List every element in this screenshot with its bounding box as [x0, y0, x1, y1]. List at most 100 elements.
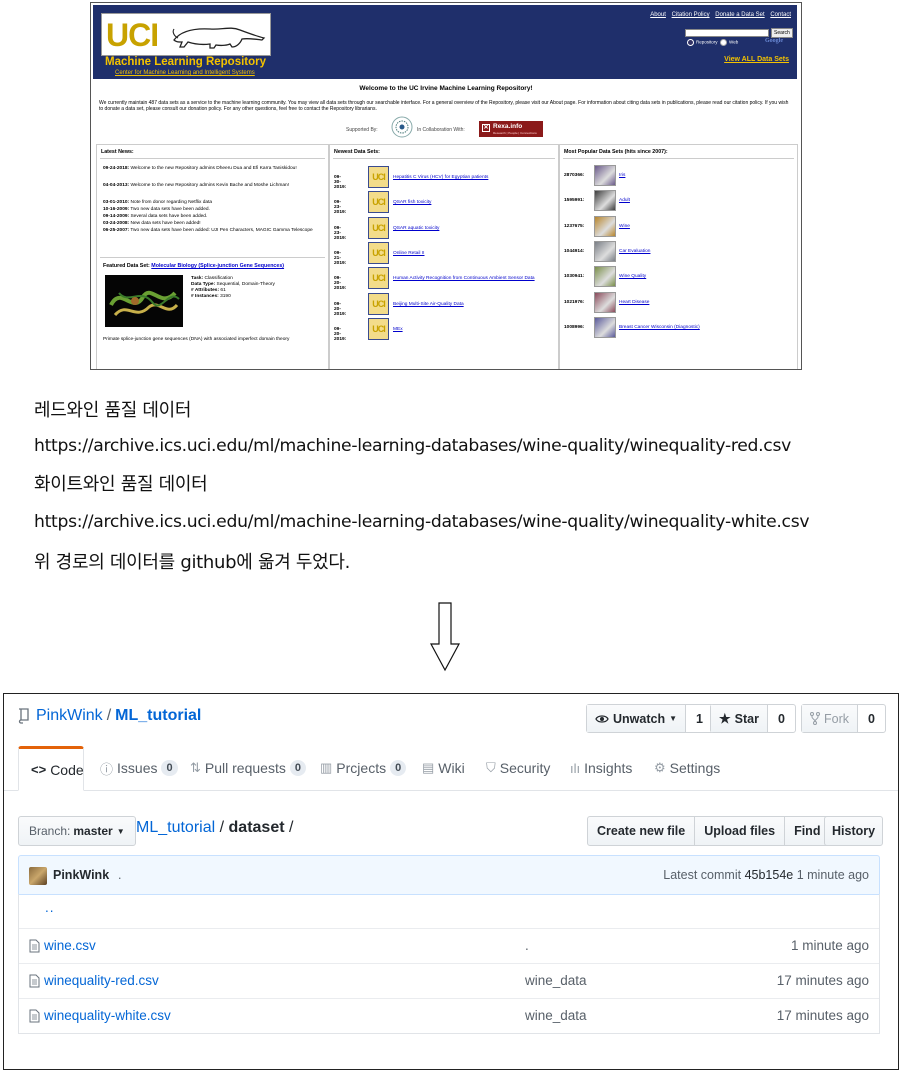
star-button[interactable]: ★ Star: [711, 705, 768, 732]
star-label: Star: [734, 711, 759, 726]
nsf-seal-icon: [391, 116, 413, 138]
breadcrumb-root-link[interactable]: ML_tutorial: [136, 819, 215, 836]
white-wine-url[interactable]: https://archive.ics.uci.edu/ml/machine-l…: [34, 512, 810, 532]
tab-security-label: Security: [499, 760, 551, 776]
latest-news-panel: Latest News: 09-24-2018: Welcome to the …: [96, 144, 329, 369]
tab-settings[interactable]: ⚙ Settings: [654, 746, 720, 790]
dataset-link[interactable]: QSAR fish toxicity: [393, 200, 558, 206]
tab-projects[interactable]: ▥ Prcjects 0: [320, 746, 407, 790]
uci-site-subtitle[interactable]: Center for Machine Learning and Intellig…: [115, 70, 255, 76]
tab-security[interactable]: ⛉ Security: [486, 746, 550, 790]
commit-age: 1 minute ago: [796, 868, 869, 882]
featured-dataset-link[interactable]: Molecular Biology (Splice-junction Gene …: [151, 263, 284, 269]
dataset-link[interactable]: Human Activity Recognition from Continuo…: [393, 276, 558, 282]
dataset-date: 09-20-2019:: [334, 276, 347, 292]
breadcrumb-separator: /: [219, 819, 225, 836]
news-item[interactable]: 03-01-2010: Note from donor regarding Ne…: [103, 200, 321, 206]
fork-button[interactable]: Fork: [802, 705, 858, 732]
rexa-tagline: Research | People | Connections: [493, 131, 537, 135]
contact-link[interactable]: Contact: [770, 12, 791, 18]
watch-count[interactable]: 1: [686, 705, 713, 732]
create-new-file-button[interactable]: Create new file: [588, 817, 696, 845]
dataset-thumbnail[interactable]: [594, 316, 616, 338]
tab-projects-label: Prcjects: [336, 760, 387, 776]
tab-insights[interactable]: ılı Insights: [570, 746, 632, 790]
history-button[interactable]: History: [824, 816, 884, 846]
parent-directory-row[interactable]: ..: [19, 894, 879, 928]
caret-down-icon: ▼: [669, 714, 678, 723]
anteater-icon: [172, 27, 266, 49]
file-commit-message[interactable]: .: [525, 938, 529, 953]
upload-files-button[interactable]: Upload files: [695, 817, 786, 845]
popular-datasets-heading: Most Popular Data Sets (hits since 2007)…: [564, 149, 668, 155]
github-repo-screenshot: PinkWink / ML_tutorial Unwatch ▼ 1 ★ Star …: [3, 693, 899, 1070]
tab-code[interactable]: <> Code: [18, 746, 84, 791]
uci-dataset-icon: UCI: [368, 241, 389, 264]
unwatch-label: Unwatch: [613, 711, 666, 726]
dataset-thumbnail[interactable]: [594, 190, 616, 212]
view-all-datasets-link[interactable]: View ALL Data Sets: [724, 56, 789, 63]
tab-issues[interactable]: ⓘ Issues 0: [100, 746, 178, 790]
uci-logo[interactable]: UCI: [101, 13, 271, 56]
file-commit-message[interactable]: wine_data: [525, 1008, 587, 1023]
commit-sha[interactable]: 45b154e: [745, 868, 794, 882]
web-radio[interactable]: [720, 39, 728, 46]
dataset-link[interactable]: MEx: [393, 327, 558, 333]
parent-directory-link[interactable]: ..: [45, 900, 55, 915]
repo-owner-link[interactable]: PinkWink: [36, 707, 103, 724]
dataset-link[interactable]: Car Evaluation: [619, 249, 650, 254]
branch-selector[interactable]: Branch: master ▼: [18, 816, 136, 846]
project-icon: ▥: [320, 760, 333, 775]
news-item: 09-14-2009: Several data sets have been …: [103, 214, 208, 219]
about-link[interactable]: About: [650, 12, 666, 18]
repo-name-link[interactable]: ML_tutorial: [115, 707, 201, 724]
dataset-thumbnail[interactable]: [594, 240, 616, 262]
red-wine-url[interactable]: https://archive.ics.uci.edu/ml/machine-l…: [34, 436, 791, 456]
dataset-thumbnail[interactable]: [594, 291, 616, 313]
dataset-link[interactable]: Wine: [619, 224, 630, 229]
dataset-thumbnail[interactable]: [594, 266, 616, 288]
commit-message[interactable]: .: [118, 868, 121, 882]
issue-icon: ⓘ: [100, 761, 114, 777]
uci-intro-text: We currently maintain 487 data sets as a…: [99, 100, 789, 113]
citation-policy-link[interactable]: Citation Policy: [672, 12, 710, 18]
dataset-thumbnail[interactable]: [594, 215, 616, 237]
dataset-link[interactable]: Heart Disease: [619, 300, 649, 305]
file-age: 17 minutes ago: [776, 973, 869, 988]
uci-top-links: About Citation Policy Donate a Data Set …: [646, 12, 791, 18]
file-commit-message[interactable]: wine_data: [525, 973, 587, 988]
dataset-date: 09-20-2019:: [334, 326, 347, 342]
fork-count[interactable]: 0: [858, 705, 885, 732]
tab-wiki[interactable]: ▤ Wiki: [422, 746, 465, 790]
dataset-link[interactable]: QSAR aquatic toxicity: [393, 226, 558, 232]
file-icon: [29, 974, 40, 988]
newest-datasets-heading: Newest Data Sets:: [334, 149, 380, 155]
repository-radio[interactable]: [687, 39, 694, 46]
star-count[interactable]: 0: [768, 705, 795, 732]
dataset-date: 09-23-2019:: [334, 200, 347, 216]
pull-request-icon: ⇅: [190, 760, 201, 775]
tab-issues-label: Issues: [117, 760, 158, 776]
dataset-link[interactable]: Hepatitis C Virus (HCV) for Egyptian pat…: [393, 175, 558, 181]
dataset-link[interactable]: Iris: [619, 173, 625, 178]
dataset-link[interactable]: Online Retail II: [393, 251, 558, 257]
donate-link[interactable]: Donate a Data Set: [715, 12, 764, 18]
unwatch-button[interactable]: Unwatch ▼: [587, 705, 687, 732]
dataset-thumbnail[interactable]: [594, 165, 616, 186]
avatar[interactable]: [29, 867, 47, 885]
commit-author[interactable]: PinkWink: [53, 868, 109, 882]
rexa-label: Rexa.info: [493, 123, 523, 130]
dataset-link[interactable]: Adult: [619, 198, 630, 203]
uci-search-input[interactable]: [685, 29, 769, 37]
tab-pull-requests[interactable]: ⇅ Pull requests 0: [190, 746, 306, 790]
rexa-logo[interactable]: ✕ Rexa.info Research | People | Connecti…: [479, 121, 543, 137]
file-name-link[interactable]: wine.csv: [44, 938, 96, 953]
uci-search-button[interactable]: Search: [771, 28, 793, 38]
dataset-link[interactable]: Wine Quality: [619, 274, 646, 279]
dataset-link[interactable]: Beijing Multi-Site Air-Quality Data: [393, 302, 558, 308]
file-name-link[interactable]: winequality-red.csv: [44, 973, 159, 988]
file-name-link[interactable]: winequality-white.csv: [44, 1008, 171, 1023]
fork-button-group: Fork 0: [801, 704, 886, 733]
dataset-hit-count: 1030941:: [564, 274, 585, 280]
dataset-link[interactable]: Breast Cancer Wisconsin (Diagnostic): [619, 325, 700, 330]
